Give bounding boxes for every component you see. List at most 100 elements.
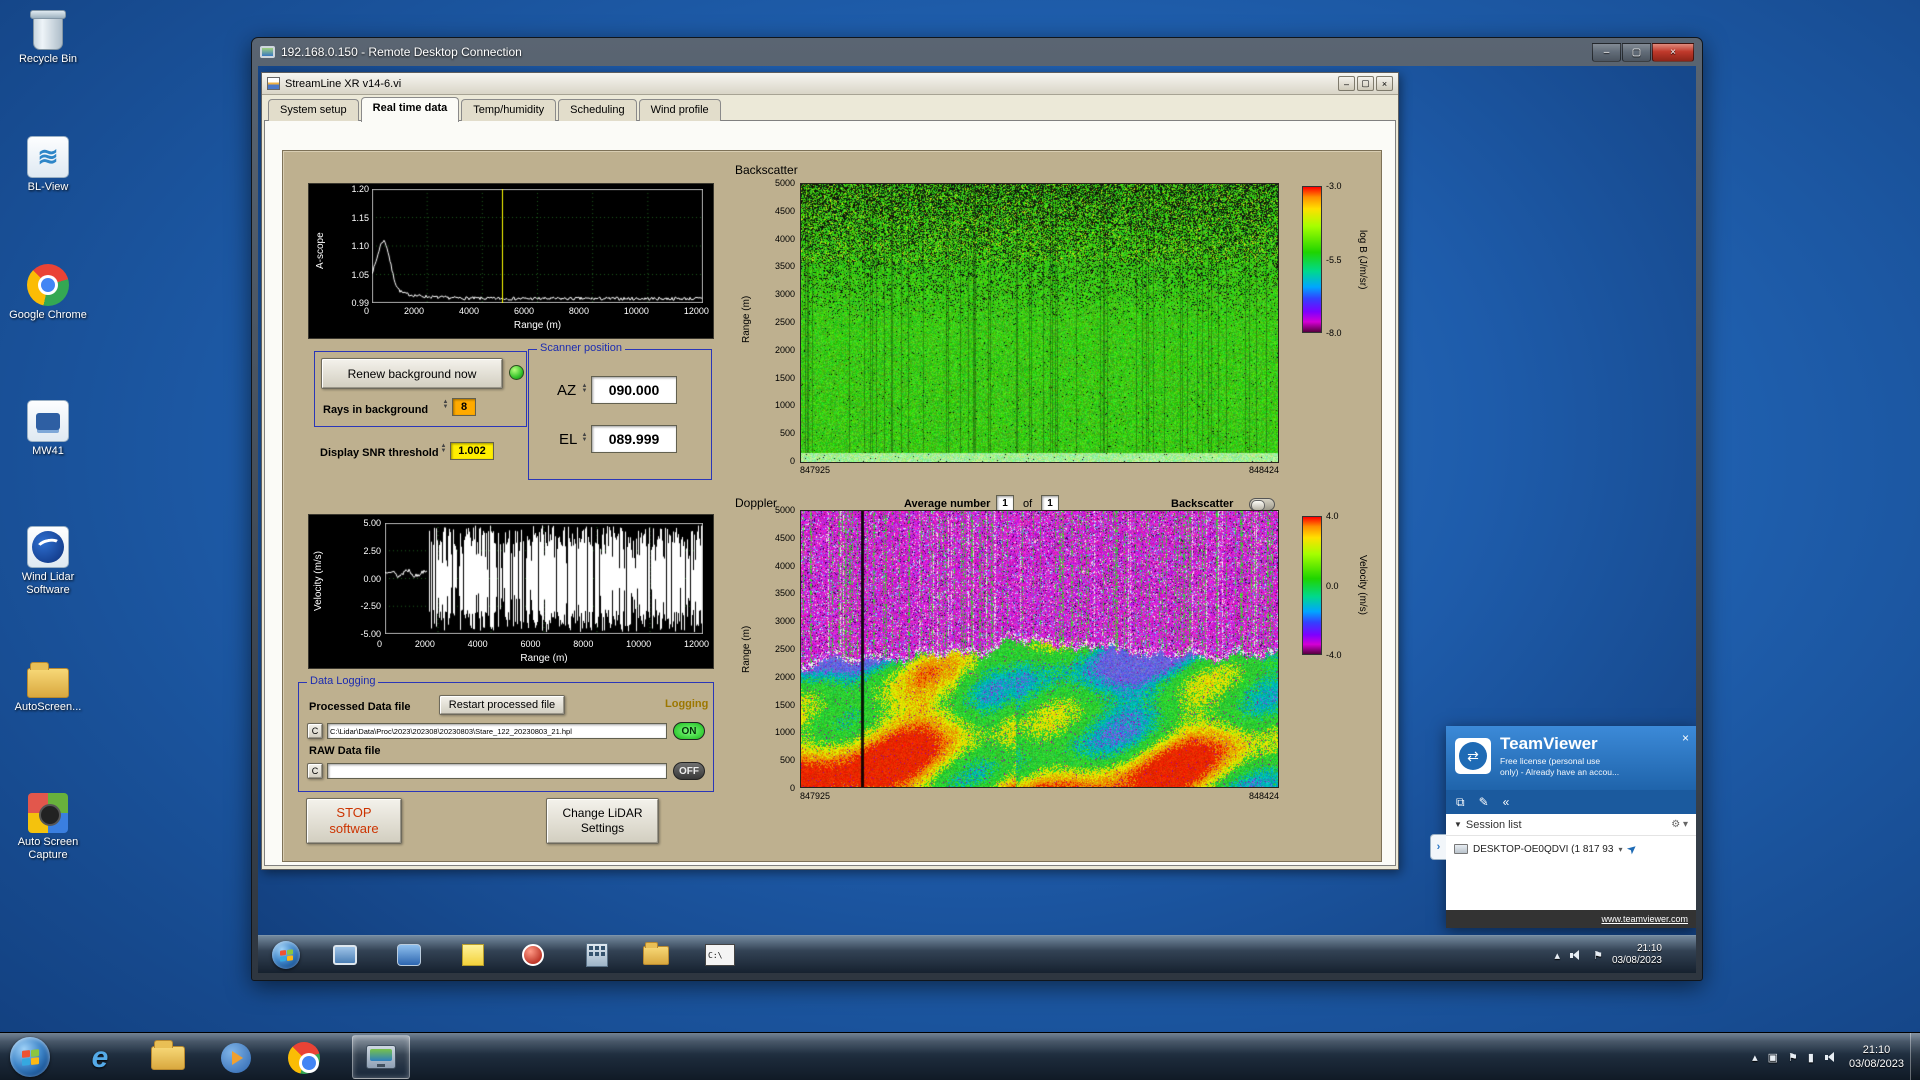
app-minimize-button[interactable]: –: [1338, 76, 1355, 91]
session-entry-row[interactable]: DESKTOP-OE0QDVI (1 817 93 ▾ ➤: [1446, 836, 1696, 862]
chrome-icon: [27, 264, 69, 306]
remote-taskbar-notes-icon[interactable]: [456, 941, 490, 969]
remote-taskbar-cmd-icon[interactable]: C:\: [703, 941, 737, 969]
brush-icon[interactable]: ✎: [1479, 795, 1489, 809]
stop-software-button[interactable]: STOP software: [306, 798, 402, 844]
desktop-icon-mw41[interactable]: MW41: [2, 398, 94, 458]
session-list-row[interactable]: ▼ Session list ⚙ ▾: [1446, 814, 1696, 836]
close-button[interactable]: ×: [1652, 42, 1694, 62]
y-tick-label: 0: [789, 782, 795, 793]
action-center-icon[interactable]: ⚑: [1788, 1051, 1798, 1064]
desktop: Recycle Bin ≋ BL-View Google Chrome MW41…: [0, 0, 1920, 1080]
snr-value-field[interactable]: 1.002: [450, 442, 494, 460]
network-icon[interactable]: ⚑: [1593, 949, 1603, 962]
taskbar-rdp-button[interactable]: [352, 1035, 410, 1079]
change-lidar-settings-button[interactable]: Change LiDAR Settings: [546, 798, 659, 844]
x-tick-label: 10000: [623, 306, 649, 316]
collapse-icon[interactable]: «: [1503, 795, 1510, 809]
az-value-field[interactable]: 090.000: [591, 376, 677, 404]
volume-icon[interactable]: [1824, 1050, 1839, 1065]
y-tick-label: 1.05: [351, 269, 369, 280]
ascope-xlabel: Range (m): [513, 320, 562, 331]
remote-taskbar-record-icon[interactable]: [516, 941, 550, 969]
taskbar-media-player-icon[interactable]: [214, 1041, 258, 1075]
stop-button-line2: software: [329, 821, 379, 836]
chevron-down-icon[interactable]: ▾: [1618, 845, 1622, 854]
tab-scheduling[interactable]: Scheduling: [558, 99, 637, 121]
desktop-icon-bl-view[interactable]: ≋ BL-View: [2, 134, 94, 194]
x-tick-label: 0: [377, 639, 383, 649]
doppler-yticks: 5000 4500 4000 3500 3000 2500 2000 1500 1000 500 0: [759, 505, 795, 793]
restart-processed-file-button[interactable]: Restart processed file: [439, 695, 565, 715]
az-spinner[interactable]: ▲ ▼: [580, 383, 589, 394]
remote-taskbar-blview-icon[interactable]: [392, 941, 426, 969]
snr-spinner[interactable]: ▲ ▼: [439, 443, 448, 454]
teamviewer-link[interactable]: www.teamviewer.com: [1601, 914, 1688, 924]
y-tick-label: -5.00: [360, 629, 381, 639]
power-icon[interactable]: ▮: [1808, 1051, 1814, 1064]
app-titlebar[interactable]: StreamLine XR v14-6.vi – ▢ ×: [262, 73, 1398, 95]
rdp-titlebar[interactable]: 192.168.0.150 - Remote Desktop Connectio…: [252, 38, 1702, 66]
rays-spinner[interactable]: ▲ ▼: [441, 399, 450, 410]
raw-logging-toggle[interactable]: OFF: [673, 762, 705, 780]
tab-temp-humidity[interactable]: Temp/humidity: [461, 99, 557, 121]
taskbar-explorer-icon[interactable]: [146, 1040, 190, 1075]
recycle-bin-icon: [30, 10, 66, 50]
rays-label: Rays in background: [323, 404, 429, 416]
doppler-colorbar-label: Velocity (m/s): [1357, 555, 1368, 616]
doppler-colorbar-ticks: 4.0 0.0 -4.0: [1326, 511, 1354, 660]
raw-drive-button[interactable]: C: [307, 763, 323, 779]
remote-taskbar-window-icon[interactable]: [328, 941, 362, 969]
remote-taskbar-calculator-icon[interactable]: [580, 941, 614, 969]
taskbar-chrome-icon[interactable]: [282, 1041, 326, 1075]
el-spinner[interactable]: ▲ ▼: [580, 432, 589, 443]
start-button[interactable]: [10, 1037, 50, 1077]
app-close-button[interactable]: ×: [1376, 76, 1393, 91]
show-desktop-button[interactable]: [1910, 1033, 1920, 1080]
x-tick-label: 2000: [414, 639, 435, 649]
clipboard-icon[interactable]: ⧉: [1456, 795, 1465, 810]
minimize-button[interactable]: –: [1592, 42, 1621, 62]
renew-background-button[interactable]: Renew background now: [321, 358, 503, 389]
remote-taskbar-folder-icon[interactable]: [639, 941, 673, 969]
desktop-icon-auto-screen-capture[interactable]: Auto Screen Capture: [2, 790, 94, 862]
desktop-icon-recycle-bin[interactable]: Recycle Bin: [2, 10, 94, 66]
desktop-icon-google-chrome[interactable]: Google Chrome: [2, 262, 94, 322]
gear-icon[interactable]: ⚙ ▾: [1671, 819, 1688, 830]
mw41-icon: [27, 400, 69, 442]
maximize-button[interactable]: ▢: [1622, 42, 1651, 62]
clock[interactable]: 21:10 03/08/2023: [1849, 1043, 1904, 1071]
tab-wind-profile[interactable]: Wind profile: [638, 99, 721, 121]
teamviewer-collapse-tab[interactable]: ›: [1430, 834, 1446, 860]
desktop-icon-wind-lidar[interactable]: Wind Lidar Software: [2, 524, 94, 597]
hidden-icons-arrow[interactable]: ▴: [1752, 1051, 1758, 1064]
y-tick-label: 2500: [774, 316, 795, 327]
processed-drive-button[interactable]: C: [307, 723, 323, 739]
remote-clock[interactable]: 21:10 03/08/2023: [1612, 943, 1662, 967]
system-tray: ▴ ▣ ⚑ ▮ 21:10 03/08/2023: [1752, 1033, 1904, 1080]
processed-path-field[interactable]: C:\Lidar\Data\Proc\2023\202308\20230803\…: [327, 723, 667, 739]
raw-path-field[interactable]: [327, 763, 667, 779]
processed-logging-toggle[interactable]: ON: [673, 722, 705, 740]
el-value-field[interactable]: 089.999: [591, 425, 677, 453]
taskbar-ie-icon[interactable]: e: [78, 1041, 122, 1075]
y-tick-label: 0: [789, 455, 795, 466]
y-tick-label: 2500: [774, 643, 795, 654]
average-number-field[interactable]: 1: [996, 495, 1014, 511]
teamviewer-close-icon[interactable]: ×: [1682, 731, 1689, 745]
hidden-icons-arrow[interactable]: ▴: [1555, 949, 1561, 962]
y-tick-label: 1000: [774, 400, 795, 411]
rays-value-field[interactable]: 8: [452, 398, 476, 416]
teamviewer-logo: ⇄: [1455, 738, 1491, 774]
average-count-field[interactable]: 1: [1041, 495, 1059, 511]
remote-start-button[interactable]: [272, 941, 300, 969]
tab-system-setup[interactable]: System setup: [268, 99, 359, 121]
tab-real-time-data[interactable]: Real time data: [360, 97, 460, 122]
volume-icon[interactable]: [1569, 948, 1584, 963]
y-tick-label: 4500: [774, 532, 795, 543]
desktop-icon-autoscreen[interactable]: AutoScreen...: [2, 658, 94, 714]
app-maximize-button[interactable]: ▢: [1357, 76, 1374, 91]
clock-date: 03/08/2023: [1611, 955, 1662, 966]
rdp-tray-icon[interactable]: ▣: [1768, 1051, 1778, 1064]
doppler-colorbar: [1302, 516, 1322, 655]
